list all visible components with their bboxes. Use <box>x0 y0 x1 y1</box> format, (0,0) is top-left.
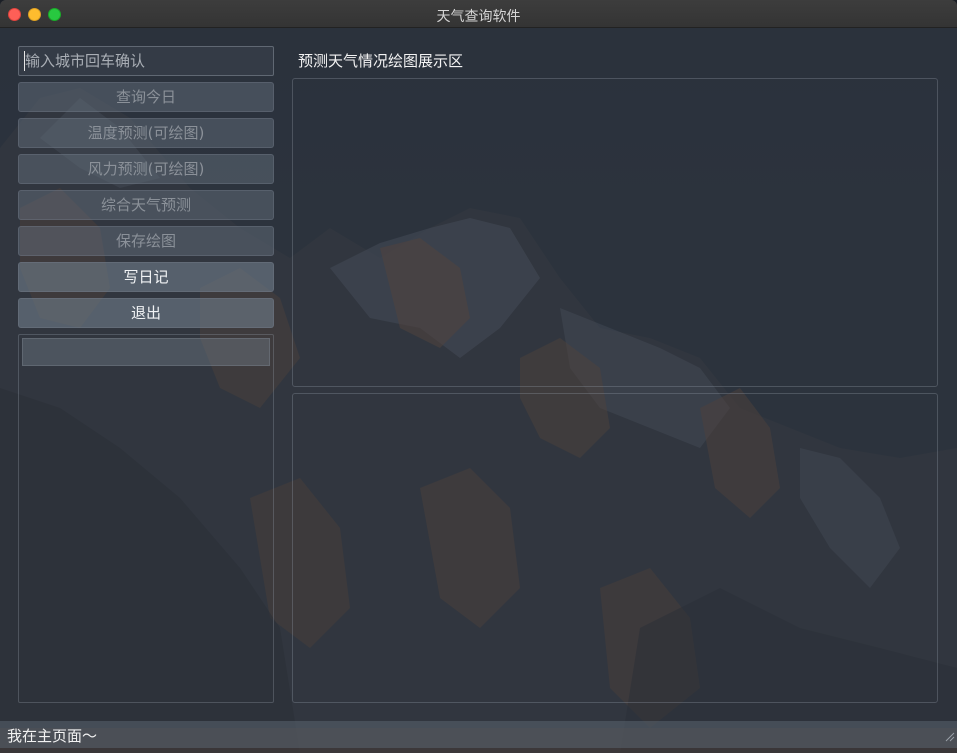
write-diary-button[interactable]: 写日记 <box>18 262 274 292</box>
resize-grip-icon[interactable] <box>943 730 955 742</box>
save-plot-button[interactable]: 保存绘图 <box>18 226 274 256</box>
chart-panel-bottom <box>292 393 938 703</box>
list-item[interactable] <box>22 338 270 366</box>
wind-forecast-button[interactable]: 风力预测(可绘图) <box>18 154 274 184</box>
text-caret <box>24 51 25 71</box>
result-list[interactable] <box>18 334 274 703</box>
chart-panel-top <box>292 78 938 387</box>
exit-button[interactable]: 退出 <box>18 298 274 328</box>
chart-area-title: 预测天气情况绘图展示区 <box>298 52 464 70</box>
status-message: 我在主页面～ <box>7 727 98 745</box>
city-search-input[interactable] <box>18 46 274 76</box>
query-today-button[interactable]: 查询今日 <box>18 82 274 112</box>
temperature-forecast-button[interactable]: 温度预测(可绘图) <box>18 118 274 148</box>
status-bar: 我在主页面～ <box>0 721 957 748</box>
combined-forecast-button[interactable]: 综合天气预测 <box>18 190 274 220</box>
app-window: 天气查询软件 查询今日 温度预测(可绘图) 风力预测(可绘图) 综合天气预测 保… <box>0 0 957 753</box>
title-bar: 天气查询软件 <box>0 0 957 28</box>
window-title: 天气查询软件 <box>436 9 521 25</box>
